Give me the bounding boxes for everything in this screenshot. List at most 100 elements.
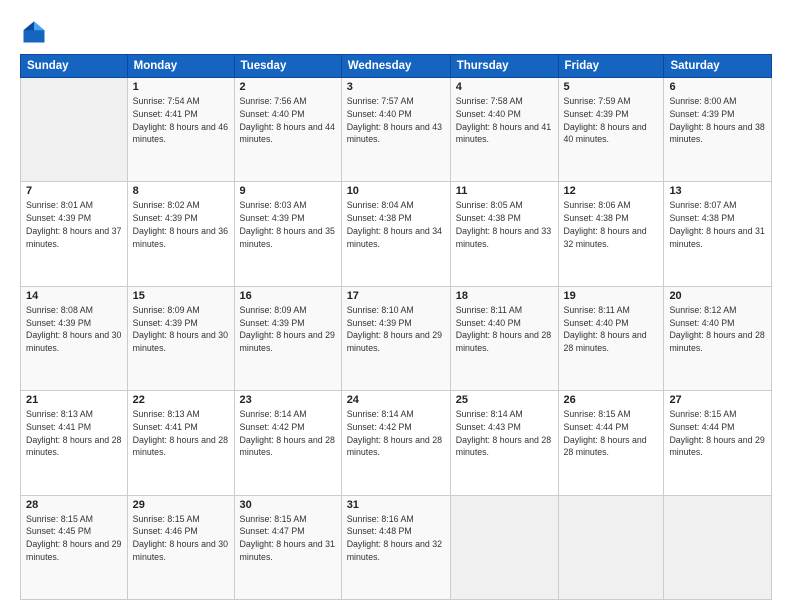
day-detail: Sunrise: 8:01 AMSunset: 4:39 PMDaylight:… <box>26 199 122 250</box>
calendar-cell: 7 Sunrise: 8:01 AMSunset: 4:39 PMDaylight… <box>21 182 128 286</box>
day-detail: Sunrise: 7:57 AMSunset: 4:40 PMDaylight:… <box>347 95 445 146</box>
calendar-cell: 10 Sunrise: 8:04 AMSunset: 4:38 PMDayligh… <box>341 182 450 286</box>
day-number: 20 <box>669 290 766 302</box>
calendar-cell: 24 Sunrise: 8:14 AMSunset: 4:42 PMDayligh… <box>341 391 450 495</box>
day-detail: Sunrise: 7:59 AMSunset: 4:39 PMDaylight:… <box>564 95 659 146</box>
weekday-header: Friday <box>558 55 664 78</box>
calendar-cell: 18 Sunrise: 8:11 AMSunset: 4:40 PMDayligh… <box>450 286 558 390</box>
day-detail: Sunrise: 8:14 AMSunset: 4:42 PMDaylight:… <box>347 408 445 459</box>
weekday-header: Sunday <box>21 55 128 78</box>
weekday-header: Tuesday <box>234 55 341 78</box>
header <box>20 18 772 46</box>
calendar-cell: 19Sunrise: 8:11 AMSunset: 4:40 PMDayligh… <box>558 286 664 390</box>
calendar-cell <box>664 495 772 599</box>
day-number: 29 <box>133 499 229 511</box>
calendar-cell: 3 Sunrise: 7:57 AMSunset: 4:40 PMDaylight… <box>341 78 450 182</box>
day-number: 4 <box>456 81 553 93</box>
day-detail: Sunrise: 8:08 AMSunset: 4:39 PMDaylight:… <box>26 304 122 355</box>
weekday-header: Wednesday <box>341 55 450 78</box>
calendar-cell: 27 Sunrise: 8:15 AMSunset: 4:44 PMDayligh… <box>664 391 772 495</box>
calendar: SundayMondayTuesdayWednesdayThursdayFrid… <box>20 54 772 600</box>
day-detail: Sunrise: 8:12 AMSunset: 4:40 PMDaylight:… <box>669 304 766 355</box>
day-detail: Sunrise: 8:15 AMSunset: 4:45 PMDaylight:… <box>26 513 122 564</box>
calendar-cell: 6Sunrise: 8:00 AMSunset: 4:39 PMDaylight… <box>664 78 772 182</box>
page: SundayMondayTuesdayWednesdayThursdayFrid… <box>0 0 792 612</box>
day-number: 19 <box>564 290 659 302</box>
day-detail: Sunrise: 8:13 AMSunset: 4:41 PMDaylight:… <box>133 408 229 459</box>
weekday-header: Saturday <box>664 55 772 78</box>
day-detail: Sunrise: 8:11 AMSunset: 4:40 PMDaylight:… <box>456 304 553 355</box>
day-number: 8 <box>133 185 229 197</box>
weekday-header: Thursday <box>450 55 558 78</box>
calendar-cell: 21Sunrise: 8:13 AMSunset: 4:41 PMDayligh… <box>21 391 128 495</box>
day-detail: Sunrise: 7:56 AMSunset: 4:40 PMDaylight:… <box>240 95 336 146</box>
calendar-cell: 11Sunrise: 8:05 AMSunset: 4:38 PMDayligh… <box>450 182 558 286</box>
day-number: 1 <box>133 81 229 93</box>
day-detail: Sunrise: 7:54 AMSunset: 4:41 PMDaylight:… <box>133 95 229 146</box>
logo-icon <box>20 18 48 46</box>
day-detail: Sunrise: 8:16 AMSunset: 4:48 PMDaylight:… <box>347 513 445 564</box>
day-detail: Sunrise: 8:09 AMSunset: 4:39 PMDaylight:… <box>240 304 336 355</box>
calendar-cell <box>21 78 128 182</box>
day-detail: Sunrise: 8:14 AMSunset: 4:42 PMDaylight:… <box>240 408 336 459</box>
day-number: 2 <box>240 81 336 93</box>
day-number: 14 <box>26 290 122 302</box>
day-number: 11 <box>456 185 553 197</box>
calendar-cell: 5 Sunrise: 7:59 AMSunset: 4:39 PMDaylight… <box>558 78 664 182</box>
logo <box>20 18 52 46</box>
day-number: 10 <box>347 185 445 197</box>
day-number: 3 <box>347 81 445 93</box>
calendar-cell: 29 Sunrise: 8:15 AMSunset: 4:46 PMDayligh… <box>127 495 234 599</box>
calendar-cell: 25Sunrise: 8:14 AMSunset: 4:43 PMDayligh… <box>450 391 558 495</box>
calendar-cell: 12 Sunrise: 8:06 AMSunset: 4:38 PMDayligh… <box>558 182 664 286</box>
day-number: 27 <box>669 394 766 406</box>
calendar-cell: 9 Sunrise: 8:03 AMSunset: 4:39 PMDaylight… <box>234 182 341 286</box>
day-number: 5 <box>564 81 659 93</box>
calendar-cell: 1 Sunrise: 7:54 AMSunset: 4:41 PMDaylight… <box>127 78 234 182</box>
day-detail: Sunrise: 8:15 AMSunset: 4:46 PMDaylight:… <box>133 513 229 564</box>
day-detail: Sunrise: 8:02 AMSunset: 4:39 PMDaylight:… <box>133 199 229 250</box>
day-detail: Sunrise: 8:03 AMSunset: 4:39 PMDaylight:… <box>240 199 336 250</box>
day-detail: Sunrise: 8:15 AMSunset: 4:47 PMDaylight:… <box>240 513 336 564</box>
day-number: 31 <box>347 499 445 511</box>
day-number: 17 <box>347 290 445 302</box>
calendar-cell: 14 Sunrise: 8:08 AMSunset: 4:39 PMDayligh… <box>21 286 128 390</box>
calendar-cell: 23 Sunrise: 8:14 AMSunset: 4:42 PMDayligh… <box>234 391 341 495</box>
day-number: 16 <box>240 290 336 302</box>
day-number: 15 <box>133 290 229 302</box>
calendar-cell: 30 Sunrise: 8:15 AMSunset: 4:47 PMDayligh… <box>234 495 341 599</box>
day-number: 7 <box>26 185 122 197</box>
calendar-cell: 2 Sunrise: 7:56 AMSunset: 4:40 PMDaylight… <box>234 78 341 182</box>
day-number: 30 <box>240 499 336 511</box>
day-number: 12 <box>564 185 659 197</box>
day-number: 13 <box>669 185 766 197</box>
day-detail: Sunrise: 7:58 AMSunset: 4:40 PMDaylight:… <box>456 95 553 146</box>
calendar-cell: 20 Sunrise: 8:12 AMSunset: 4:40 PMDayligh… <box>664 286 772 390</box>
day-detail: Sunrise: 8:13 AMSunset: 4:41 PMDaylight:… <box>26 408 122 459</box>
day-number: 18 <box>456 290 553 302</box>
calendar-cell <box>558 495 664 599</box>
day-number: 28 <box>26 499 122 511</box>
calendar-cell: 16 Sunrise: 8:09 AMSunset: 4:39 PMDayligh… <box>234 286 341 390</box>
day-detail: Sunrise: 8:06 AMSunset: 4:38 PMDaylight:… <box>564 199 659 250</box>
weekday-header: Monday <box>127 55 234 78</box>
calendar-cell: 31 Sunrise: 8:16 AMSunset: 4:48 PMDayligh… <box>341 495 450 599</box>
day-number: 9 <box>240 185 336 197</box>
calendar-cell: 13 Sunrise: 8:07 AMSunset: 4:38 PMDayligh… <box>664 182 772 286</box>
day-detail: Sunrise: 8:07 AMSunset: 4:38 PMDaylight:… <box>669 199 766 250</box>
calendar-cell: 8 Sunrise: 8:02 AMSunset: 4:39 PMDaylight… <box>127 182 234 286</box>
day-detail: Sunrise: 8:10 AMSunset: 4:39 PMDaylight:… <box>347 304 445 355</box>
calendar-cell <box>450 495 558 599</box>
day-number: 24 <box>347 394 445 406</box>
calendar-cell: 17 Sunrise: 8:10 AMSunset: 4:39 PMDayligh… <box>341 286 450 390</box>
day-detail: Sunrise: 8:15 AMSunset: 4:44 PMDaylight:… <box>669 408 766 459</box>
calendar-cell: 4 Sunrise: 7:58 AMSunset: 4:40 PMDaylight… <box>450 78 558 182</box>
day-number: 23 <box>240 394 336 406</box>
day-detail: Sunrise: 8:15 AMSunset: 4:44 PMDaylight:… <box>564 408 659 459</box>
day-number: 26 <box>564 394 659 406</box>
day-detail: Sunrise: 8:14 AMSunset: 4:43 PMDaylight:… <box>456 408 553 459</box>
day-number: 22 <box>133 394 229 406</box>
calendar-cell: 28 Sunrise: 8:15 AMSunset: 4:45 PMDayligh… <box>21 495 128 599</box>
day-number: 6 <box>669 81 766 93</box>
day-detail: Sunrise: 8:04 AMSunset: 4:38 PMDaylight:… <box>347 199 445 250</box>
